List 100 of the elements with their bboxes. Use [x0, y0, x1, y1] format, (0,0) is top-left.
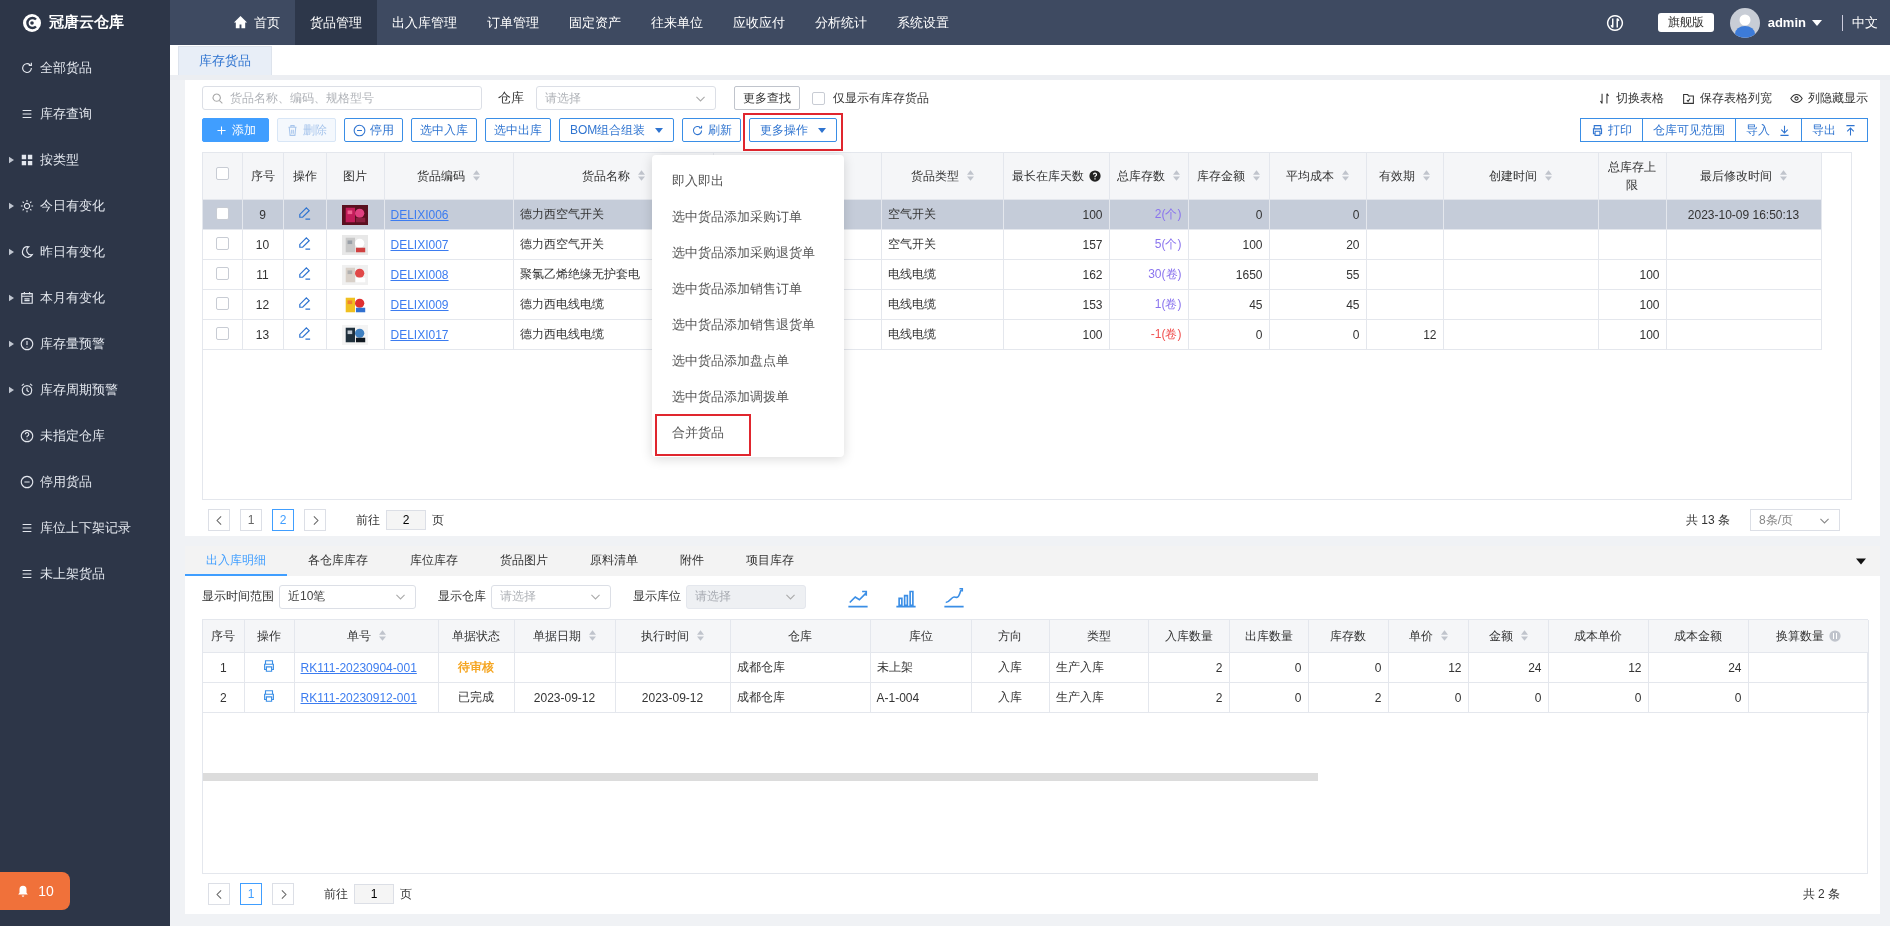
sort-icon[interactable] [1545, 170, 1552, 181]
avatar-icon[interactable] [1729, 7, 1760, 38]
trash-icon [286, 123, 299, 137]
table-cell: 157 [1003, 229, 1109, 260]
action-button[interactable]: 更多操作 [749, 118, 838, 142]
page-size-select[interactable]: 8条/页 [1750, 509, 1840, 531]
row-checkbox[interactable] [215, 326, 229, 340]
sidebar-item[interactable]: 未上架货品 [0, 551, 170, 597]
nav-item[interactable]: 固定资产 [554, 0, 636, 45]
edit-icon[interactable] [297, 235, 312, 251]
user-name[interactable]: admin [1767, 15, 1806, 30]
sidebar-item[interactable]: 全部货品 [0, 45, 170, 91]
action-button[interactable]: 选中出库 [485, 118, 551, 142]
toolbar-link[interactable]: 保存表格列宽 [1682, 89, 1772, 107]
row-checkbox[interactable] [215, 296, 229, 310]
nav-item[interactable]: 货品管理 [295, 0, 377, 45]
edit-icon[interactable] [297, 265, 312, 281]
nav-item[interactable]: 应收应付 [718, 0, 800, 45]
detail-tab[interactable]: 项目库存 [725, 546, 815, 576]
action-button[interactable]: BOM组合组装 [559, 118, 675, 142]
sort-icon[interactable] [473, 170, 480, 181]
sidebar-item[interactable]: 按类型 [0, 137, 170, 183]
nav-item[interactable]: 系统设置 [882, 0, 964, 45]
sidebar-item[interactable]: 库存查询 [0, 91, 170, 137]
sidebar-item[interactable]: 未指定仓库 [0, 413, 170, 459]
sort-icon[interactable] [966, 170, 974, 181]
sidebar-item[interactable]: 库存量预警 [0, 321, 170, 367]
nav-item[interactable]: 分析统计 [800, 0, 882, 45]
curve-chart-icon[interactable] [942, 585, 966, 608]
sort-icon[interactable] [378, 630, 386, 641]
select-all-checkbox[interactable] [215, 167, 229, 180]
sort-icon[interactable] [1780, 170, 1787, 181]
upload-icon [1844, 123, 1857, 137]
table-cell: 100 [1598, 259, 1666, 290]
checkbox[interactable] [812, 91, 825, 105]
page-button[interactable]: 1 [240, 509, 262, 531]
sort-icon[interactable] [1520, 630, 1528, 641]
toolbar-button[interactable]: 导出 [1801, 118, 1868, 142]
sidebar-item[interactable]: 库位上下架记录 [0, 505, 170, 551]
next-page-button[interactable] [304, 509, 326, 531]
page-input[interactable]: 2 [386, 510, 426, 530]
detail-tab[interactable]: 原料清单 [569, 546, 659, 576]
row-checkbox[interactable] [215, 236, 229, 250]
collapse-caret-icon[interactable] [1856, 557, 1866, 565]
menu-item[interactable]: 合并货品 [652, 415, 844, 451]
language-label[interactable]: 中文 [1852, 13, 1878, 32]
table-cell: 100 [1003, 199, 1109, 230]
sort-icon[interactable] [697, 630, 704, 641]
help-icon[interactable] [1088, 170, 1101, 182]
printer-icon[interactable] [262, 689, 276, 703]
previous-page-button[interactable] [208, 883, 230, 905]
edit-icon[interactable] [297, 295, 312, 311]
sidebar-item[interactable]: 本月有变化 [0, 275, 170, 321]
column-header: 库存金额 [1188, 153, 1269, 200]
sort-icon[interactable] [1173, 170, 1180, 181]
menu-item[interactable]: 选中货品添加调拨单 [652, 379, 844, 415]
sort-icon[interactable] [589, 630, 596, 641]
toolbar-button[interactable]: 导入 [1735, 118, 1802, 142]
next-page-button[interactable] [272, 883, 294, 905]
sidebar-item[interactable]: 停用货品 [0, 459, 170, 505]
sidebar-item[interactable]: 今日有变化 [0, 183, 170, 229]
action-button[interactable]: 刷新 [682, 118, 742, 142]
detail-tab[interactable]: 附件 [659, 546, 725, 576]
page-input[interactable]: 1 [354, 884, 394, 904]
caret-icon[interactable] [1812, 19, 1822, 26]
row-checkbox[interactable] [215, 266, 229, 280]
previous-page-button[interactable] [208, 509, 230, 531]
sort-icon[interactable] [1440, 630, 1448, 641]
nav-item[interactable]: 往来单位 [636, 0, 718, 45]
row-checkbox[interactable] [215, 206, 229, 220]
page-tab[interactable]: 库存货品 [178, 46, 272, 75]
sidebar-item[interactable]: 昨日有变化 [0, 229, 170, 275]
more-search-button[interactable]: 更多查找 [734, 86, 800, 110]
table-cell: 20 [1269, 229, 1366, 260]
edit-icon[interactable] [297, 205, 312, 221]
toolbar-link[interactable]: 列隐藏显示 [1790, 89, 1868, 107]
nav-item[interactable]: 出入库管理 [377, 0, 472, 45]
swap-circle-icon[interactable] [1828, 630, 1841, 642]
toolbar-link[interactable]: 切换表格 [1598, 89, 1664, 107]
nav-item[interactable]: 订单管理 [472, 0, 554, 45]
sort-icon[interactable] [1253, 170, 1260, 181]
switch-icon[interactable] [1605, 13, 1624, 32]
scrollbar[interactable] [203, 773, 1318, 781]
nav-item[interactable]: 首页 [218, 0, 295, 45]
detail-tab[interactable]: 库位库存 [389, 546, 479, 576]
range-select[interactable]: 近10笔 [279, 584, 416, 609]
action-button[interactable]: 选中入库 [411, 118, 477, 142]
sidebar-item[interactable]: 库存周期预警 [0, 367, 170, 413]
sort-icon[interactable] [1342, 170, 1349, 181]
table-cell: 0 [1308, 652, 1388, 683]
action-button[interactable]: 停用 [344, 118, 403, 142]
detail-tab[interactable]: 各仓库库存 [287, 546, 389, 576]
table-cell: 2 [1148, 652, 1229, 683]
sort-icon[interactable] [637, 170, 645, 181]
toolbar-button[interactable]: 仓库可见范围 [1642, 118, 1736, 142]
sort-icon[interactable] [1423, 170, 1430, 181]
toolbar-button[interactable]: 打印 [1580, 118, 1643, 142]
detail-tab[interactable]: 货品图片 [479, 546, 569, 576]
printer-icon[interactable] [262, 659, 276, 673]
edit-icon[interactable] [297, 325, 312, 341]
